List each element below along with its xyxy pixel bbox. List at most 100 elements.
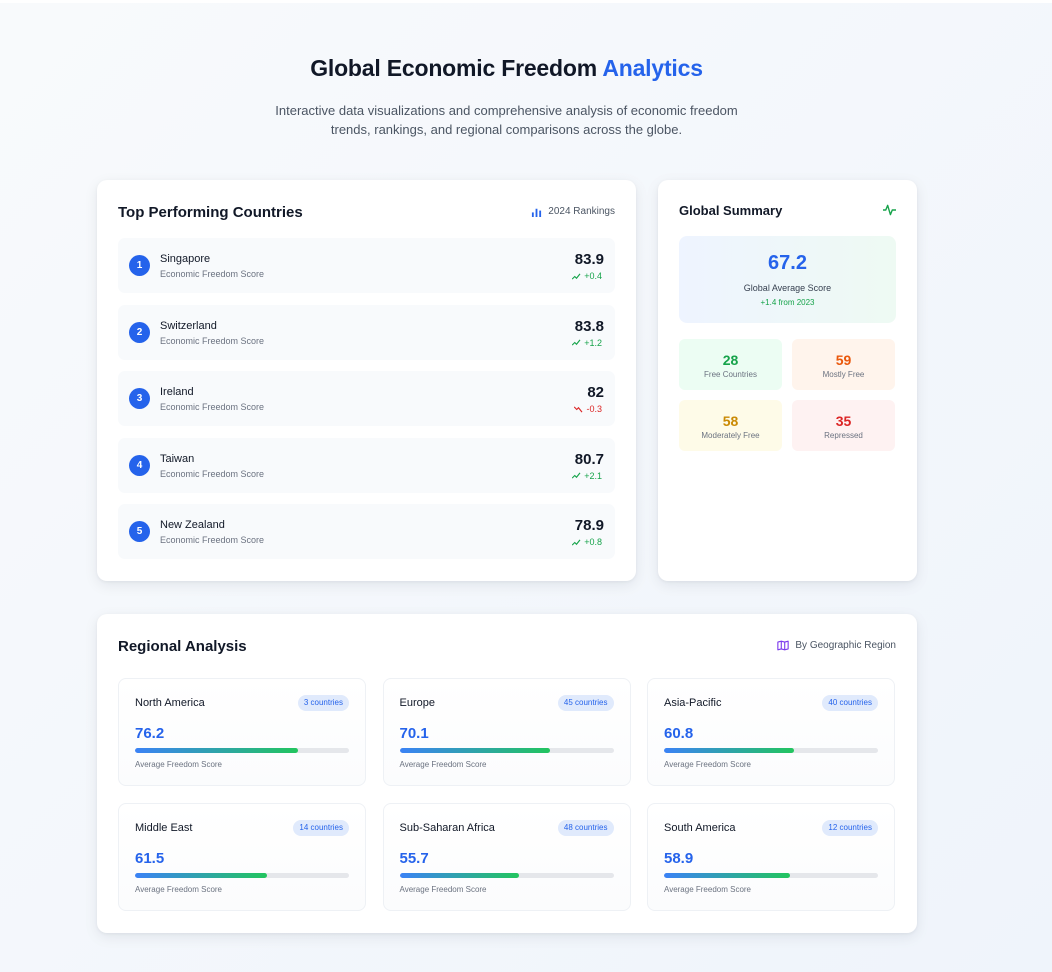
activity-icon — [883, 204, 896, 216]
rank-badge: 5 — [129, 521, 150, 542]
score-change: +1.2 — [572, 338, 602, 348]
rank-badge: 2 — [129, 321, 150, 343]
score-change-value: -0.3 — [586, 404, 602, 414]
score-progress-track — [399, 748, 614, 753]
country-name: Taiwan — [160, 452, 195, 465]
country-name: New Zealand — [160, 519, 225, 531]
region-score-label: Average Freedom Score — [135, 885, 223, 894]
rankings-tag-label: 2024 Rankings — [548, 206, 615, 217]
region-score: 60.8 — [664, 725, 694, 742]
region-score-label: Average Freedom Score — [135, 760, 223, 769]
region-card: Europe 45 countries 70.1 Average Freedom Sc… — [382, 678, 631, 786]
region-name: Sub-Saharan Africa — [399, 822, 495, 834]
country-row: 4 Taiwan Economic Freedom Score 80.7 +2.1 — [118, 437, 615, 493]
country-row: 2 Switzerland Economic Freedom Score 83.8 +1… — [118, 304, 615, 360]
region-card: North America 3 countries 76.2 Average Free… — [118, 678, 366, 786]
region-score: 55.7 — [399, 850, 429, 867]
region-score-label: Average Freedom Score — [664, 760, 752, 769]
score-progress-fill — [135, 748, 299, 753]
country-count-badge: 40 countries — [822, 695, 878, 711]
rankings-tag: 2024 Rankings — [531, 206, 615, 217]
region-tag: By Geographic Region — [777, 640, 896, 651]
country-count-badge: 12 countries — [822, 820, 878, 836]
summary-stat-label: Free Countries — [704, 370, 757, 379]
score-progress-track — [664, 748, 878, 753]
region-name: Asia-Pacific — [664, 697, 722, 709]
score-progress-track — [664, 873, 878, 878]
region-card: Asia-Pacific 40 countries 60.8 Average Free… — [647, 678, 895, 786]
rank-badge: 1 — [129, 255, 150, 276]
region-card: Middle East 14 countries 61.5 Average Freed… — [118, 803, 366, 911]
global-average-value: 67.2 — [768, 252, 807, 274]
region-score: 58.9 — [664, 850, 694, 867]
region-name: Europe — [399, 697, 435, 709]
regional-analysis-card: Regional Analysis By Geographic Region N… — [97, 614, 917, 933]
score-progress-fill — [399, 748, 550, 753]
summary-stat-value: 59 — [835, 352, 852, 368]
page-title-main: Global Economic Freedom — [310, 55, 597, 81]
region-name: Middle East — [135, 822, 193, 834]
page-title: Global Economic Freedom Analytics — [0, 55, 1013, 82]
score-progress-fill — [664, 748, 795, 753]
country-count-badge: 3 countries — [297, 695, 349, 711]
score-progress-track — [135, 748, 349, 753]
score-progress-fill — [399, 873, 519, 878]
country-score-label: Economic Freedom Score — [160, 535, 265, 545]
score-change-value: +2.1 — [584, 470, 602, 481]
score-change-value: +0.8 — [584, 537, 602, 547]
country-name: Ireland — [160, 386, 194, 398]
country-score: 78.9 — [574, 517, 604, 534]
summary-stat: 59 Mostly Free — [792, 339, 895, 390]
trending-down-icon — [574, 405, 583, 412]
global-summary-title: Global Summary — [679, 203, 783, 218]
region-score-label: Average Freedom Score — [664, 885, 752, 894]
summary-stat: 35 Repressed — [792, 400, 895, 451]
summary-stat-value: 58 — [722, 413, 739, 429]
score-progress-fill — [135, 873, 267, 878]
score-progress-track — [135, 873, 349, 878]
rank-badge: 3 — [129, 388, 150, 409]
region-score-label: Average Freedom Score — [399, 885, 487, 894]
summary-stat-value: 28 — [722, 352, 739, 368]
country-name: Singapore — [160, 253, 211, 265]
region-tag-label: By Geographic Region — [795, 640, 896, 651]
page-subtitle: Interactive data visualizations and comp… — [275, 103, 738, 137]
country-name: Switzerland — [160, 319, 217, 332]
summary-stat: 58 Moderately Free — [679, 400, 782, 451]
top-countries-title: Top Performing Countries — [118, 204, 303, 221]
bar-chart-icon — [532, 208, 542, 217]
summary-stat-value: 35 — [835, 413, 852, 429]
country-score-label: Economic Freedom Score — [160, 269, 265, 279]
rank-badge: 4 — [129, 454, 150, 476]
country-score-label: Economic Freedom Score — [160, 402, 265, 412]
score-change-value: +0.4 — [584, 271, 602, 281]
country-score: 83.8 — [574, 317, 604, 335]
top-countries-card: Top Performing Countries 2024 Rankings 1… — [97, 180, 636, 581]
regional-analysis-title: Regional Analysis — [118, 638, 247, 655]
score-change: +0.4 — [572, 271, 602, 281]
score-change: +2.1 — [572, 471, 602, 481]
summary-stat-label: Mostly Free — [822, 370, 865, 379]
country-row: 5 New Zealand Economic Freedom Score 78.9 +0… — [118, 504, 615, 559]
score-progress-track — [399, 873, 614, 878]
country-count-badge: 48 countries — [557, 820, 614, 836]
region-score: 61.5 — [135, 850, 165, 867]
top-strip — [0, 0, 1052, 3]
score-change: -0.3 — [574, 404, 602, 414]
region-name: South America — [664, 822, 736, 834]
global-summary-card: Global Summary 67.2 Global Average Score… — [658, 180, 917, 581]
score-change: +0.8 — [572, 537, 602, 547]
country-score: 83.9 — [574, 251, 604, 268]
summary-stat-label: Repressed — [824, 431, 863, 440]
region-card: South America 12 countries 58.9 Average Fre… — [647, 803, 895, 911]
trending-up-icon — [572, 339, 581, 346]
region-score: 76.2 — [135, 725, 165, 742]
country-count-badge: 45 countries — [557, 695, 614, 711]
score-change-value: +1.2 — [584, 337, 602, 348]
trending-up-icon — [572, 273, 581, 280]
global-average-label: Global Average Score — [743, 283, 832, 293]
map-icon — [777, 640, 790, 651]
country-row: 1 Singapore Economic Freedom Score 83.9 +0.4 — [118, 238, 615, 293]
global-average-panel: 67.2 Global Average Score +1.4 from 2023 — [679, 236, 896, 323]
summary-stat-label: Moderately Free — [701, 431, 760, 440]
